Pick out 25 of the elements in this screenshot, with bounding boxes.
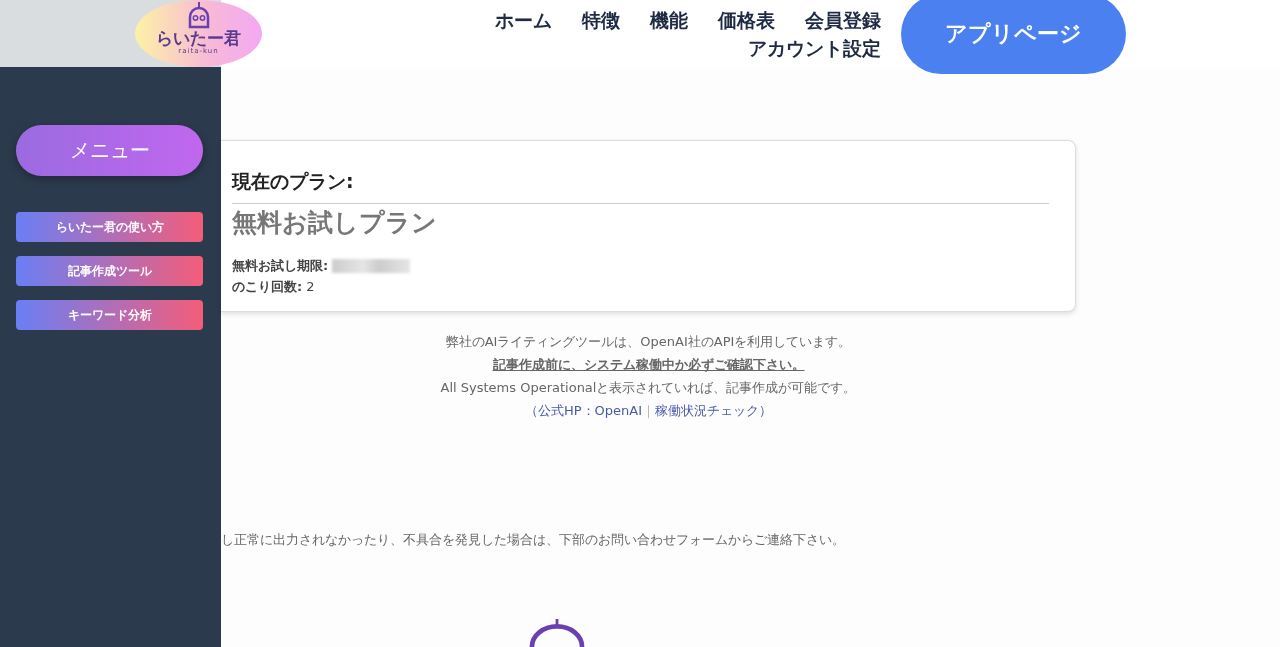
- notice-text: 弊社のAIライティングツールは、OpenAI社のAPIを利用しています。: [445, 333, 852, 352]
- card-heading: 現在のプラン:: [232, 169, 1049, 204]
- nav-link[interactable]: 機能: [650, 7, 688, 33]
- notice-link[interactable]: 稼働状況チェック: [655, 403, 760, 419]
- footer-message: し正常に出力されなかったり、不具合を発見した場合は、下部のお問い合わせフォームからご連絡下さい。: [221, 531, 846, 550]
- detail-label: のこり回数:: [232, 278, 303, 296]
- notice-warning: 記事作成前に、システム稼働中か必ずご確認下さい。: [492, 356, 805, 375]
- sidebar-item[interactable]: らいたー君の使い方: [16, 212, 203, 242]
- sidebar-item[interactable]: キーワード分析: [16, 300, 203, 330]
- plan-name: 無料お試しプラン: [232, 207, 438, 239]
- nav-link[interactable]: 会員登録: [805, 7, 881, 33]
- notice-links: （公式HP：OpenAI｜稼働状況チェック）: [524, 402, 773, 421]
- app-page-button[interactable]: アプリページ: [901, 0, 1126, 74]
- nav-link[interactable]: ホーム: [495, 7, 552, 33]
- notice-link[interactable]: OpenAI: [594, 403, 643, 419]
- notice-text: All Systems Operationalと表示されていれば、記事作成が可能です。: [440, 379, 857, 398]
- nav-link[interactable]: 特徴: [582, 7, 620, 33]
- nav-link[interactable]: アカウント設定: [748, 35, 881, 61]
- nav-link[interactable]: 価格表: [718, 7, 775, 33]
- robot-icon: [187, 1, 210, 29]
- detail-value: 2: [306, 278, 315, 296]
- sidebar-item[interactable]: 記事作成ツール: [16, 256, 203, 286]
- menu-button[interactable]: メニュー: [16, 125, 203, 176]
- detail-label: 無料お試し期限:: [232, 257, 329, 275]
- logo-title: らいたー君: [156, 29, 241, 47]
